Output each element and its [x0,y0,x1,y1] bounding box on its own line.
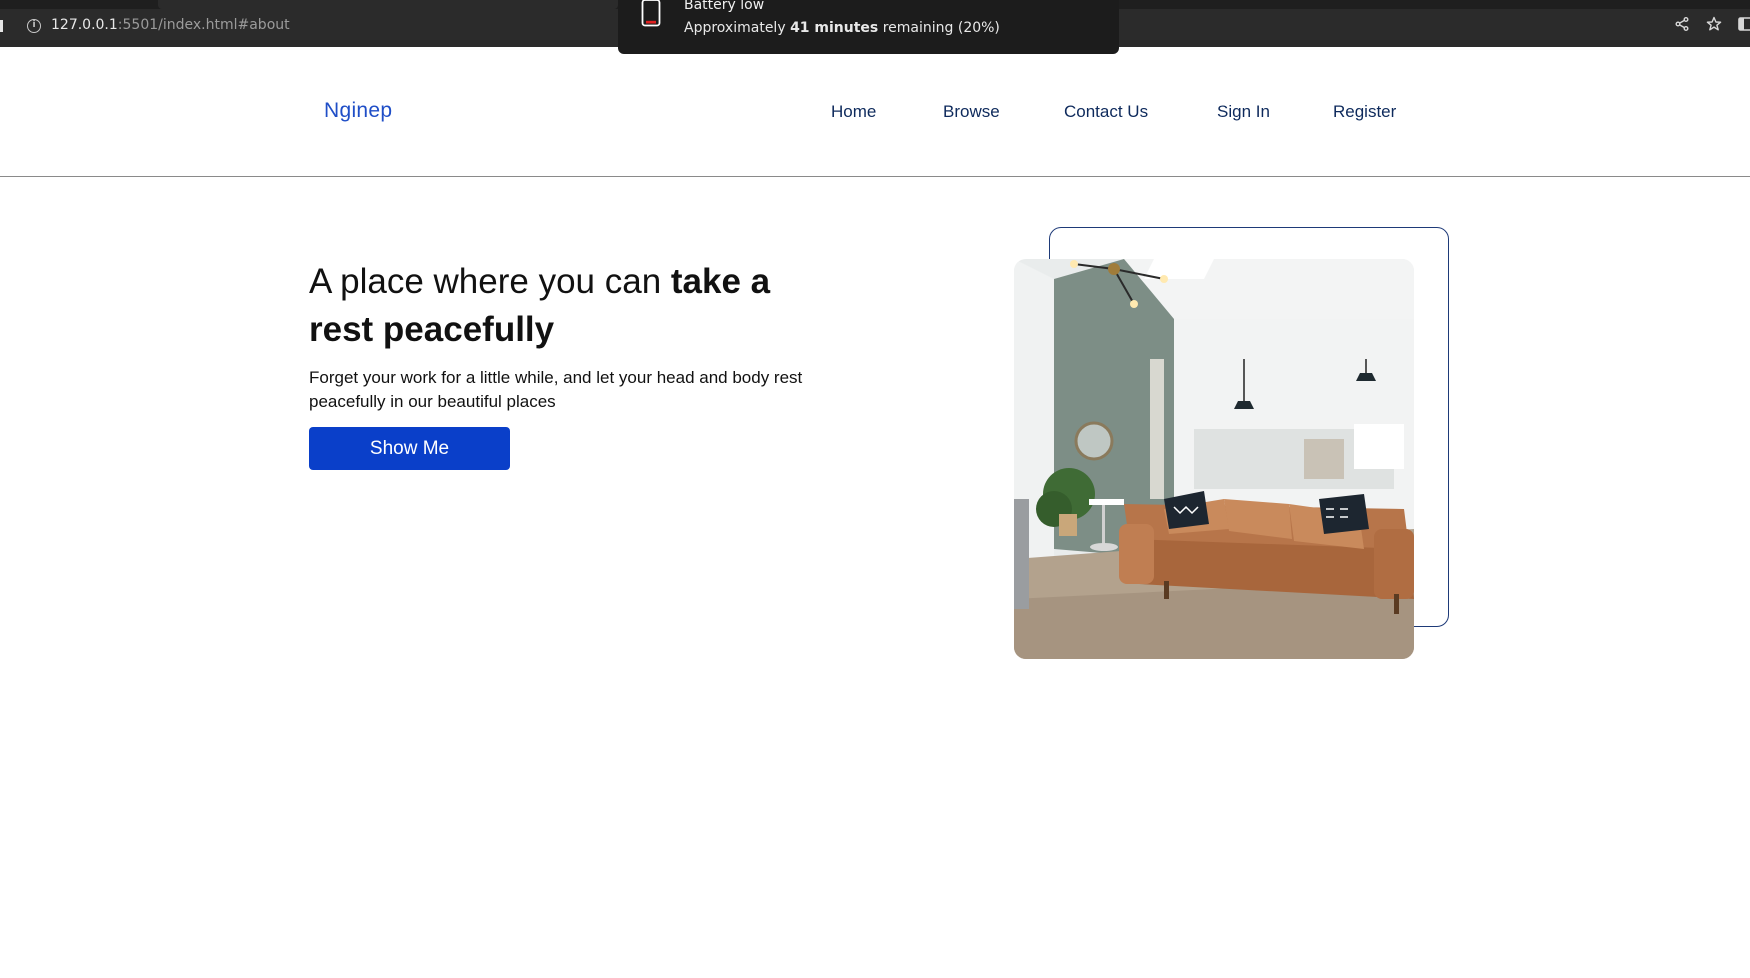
notification-body: Approximately 41 minutes remaining (20%) [684,20,1000,36]
hero-title: A place where you can take a rest peacef… [309,258,829,354]
nav-sign-in[interactable]: Sign In [1217,102,1270,122]
show-me-button[interactable]: Show Me [309,427,510,470]
notification-body-suffix: remaining (20%) [878,20,1000,36]
nav-register[interactable]: Register [1333,102,1396,122]
site-logo[interactable]: Nginep [324,99,392,123]
back-button-edge[interactable] [0,20,3,32]
star-icon[interactable] [1704,14,1724,34]
url-host: 127.0.0.1 [51,17,118,33]
info-icon[interactable]: i [27,19,41,33]
hero-title-regular: A place where you can [309,262,671,301]
nav-browse[interactable]: Browse [943,102,1000,122]
notification-title: Battery low [684,0,765,13]
nav-contact-us[interactable]: Contact Us [1064,102,1148,122]
notification-body-prefix: Approximately [684,20,791,36]
notification-body-bold: 41 minutes [790,20,879,36]
sidebar-icon[interactable] [1738,14,1750,34]
toolbar-icons [1660,14,1750,34]
hero-description: Forget your work for a little while, and… [309,368,803,411]
active-tab[interactable] [158,0,618,9]
battery-low-icon [641,0,661,27]
share-icon[interactable] [1672,14,1692,34]
site-header: Nginep Home Browse Contact Us Sign In Re… [0,47,1750,177]
address-bar[interactable]: 127.0.0.1:5501/index.html#about [51,17,290,33]
living-room-photo [1014,259,1414,659]
battery-notification[interactable]: Battery low Approximately 41 minutes rem… [618,0,1119,54]
nav-home[interactable]: Home [831,102,876,122]
url-path: :5501/index.html#about [117,17,290,33]
